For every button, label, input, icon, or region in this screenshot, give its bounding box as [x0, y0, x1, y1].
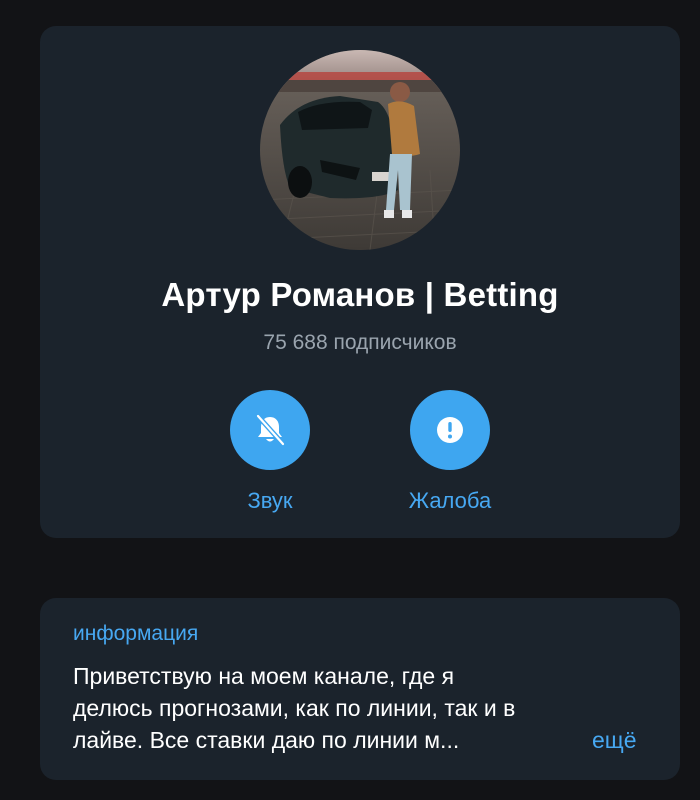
report-button[interactable]: Жалоба: [370, 390, 530, 514]
sound-button-label: Звук: [247, 488, 293, 513]
exclamation-icon: [437, 417, 463, 443]
sound-button-circle[interactable]: [230, 390, 310, 470]
report-button-circle[interactable]: [410, 390, 490, 470]
sound-button[interactable]: Звук: [190, 390, 350, 514]
channel-info-card: информация Приветствую на моем канале, г…: [40, 598, 680, 780]
bell-off-icon: [255, 413, 286, 447]
avatar-photo: [260, 50, 460, 250]
description-line: лайве. Все ставки даю по линии м...: [73, 727, 460, 753]
channel-title: Артур Романов | Betting: [161, 276, 559, 313]
channel-profile-card: Артур Романов | Betting 75 688 подписчик…: [40, 26, 680, 538]
info-heading: информация: [73, 622, 199, 645]
description-line: Приветствую на моем канале, где я: [73, 663, 455, 689]
show-more-link[interactable]: ещё: [592, 724, 637, 756]
channel-description: Приветствую на моем канале, где я делюсь…: [73, 660, 653, 756]
report-button-label: Жалоба: [408, 488, 492, 513]
subscriber-count: 75 688 подписчиков: [263, 331, 457, 354]
description-line: делюсь прогнозами, как по линии, так и в: [73, 695, 516, 721]
channel-avatar[interactable]: [260, 50, 460, 250]
